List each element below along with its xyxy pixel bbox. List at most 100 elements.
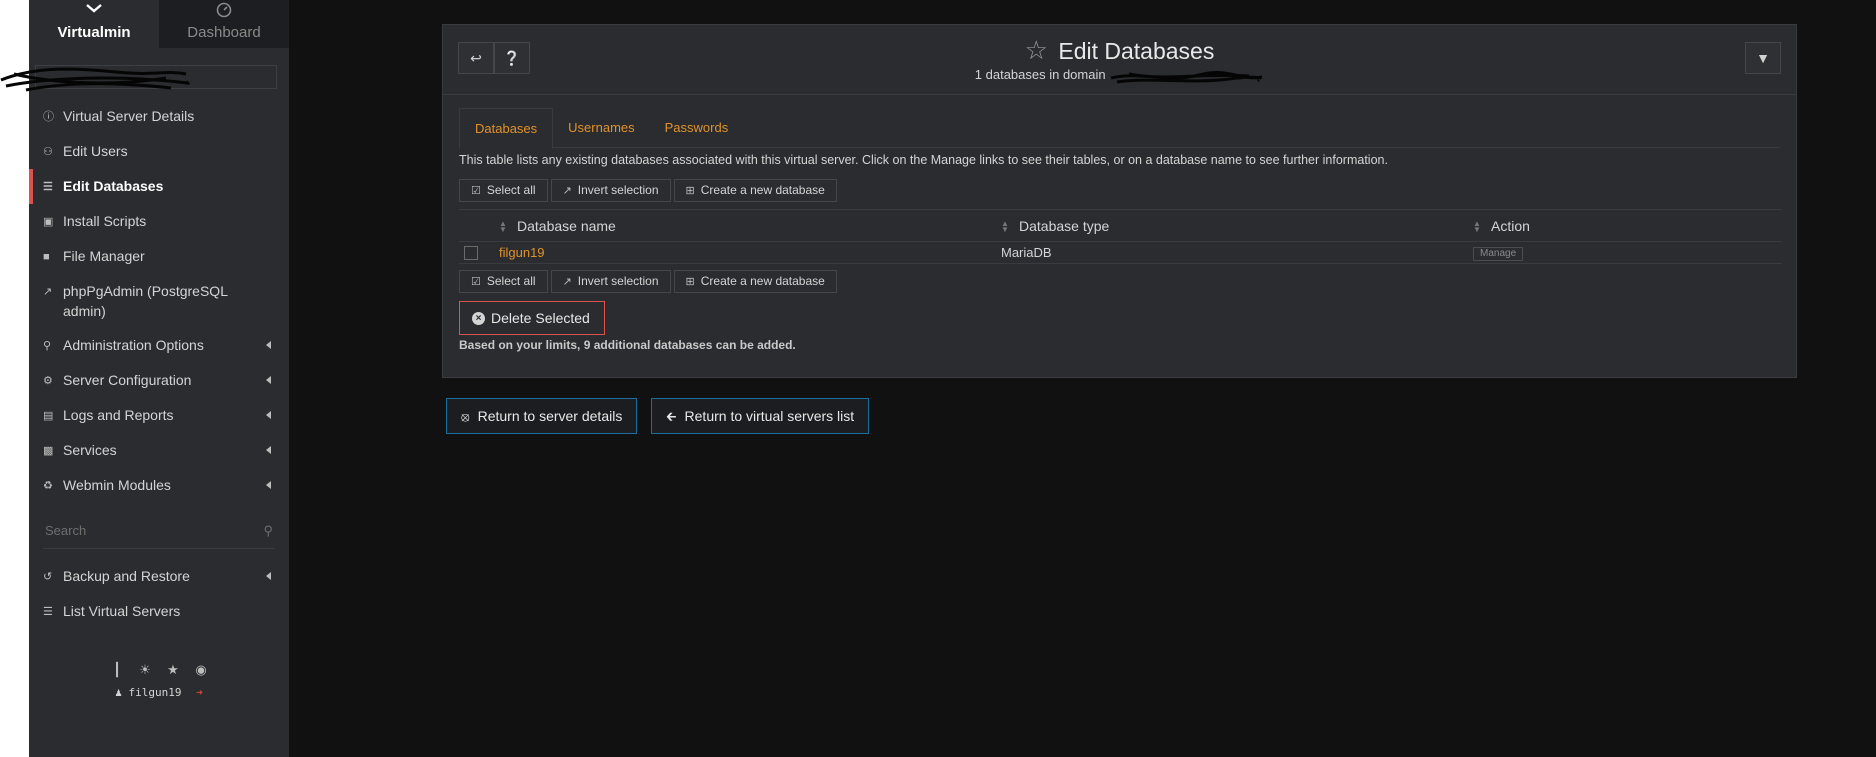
sidebar-item-phppgadmin[interactable]: ↗ phpPgAdmin (PostgreSQL admin) (29, 274, 289, 328)
return-servers-list-button[interactable]: 🡰 Return to virtual servers list (651, 398, 870, 434)
databases-table: ▲ ▼ Database name ▲ ▼ Database type ▲ ▼ Action… (459, 209, 1782, 264)
return-server-details-button[interactable]: ⦻ Return to server details (446, 398, 638, 434)
list-icon: ☰ (43, 606, 53, 618)
sidebar-toolbar: ┃ ☀ ★ ◉ (29, 660, 289, 680)
sidebar-item-edit-users[interactable]: ⚇ Edit Users (29, 134, 289, 169)
sidebar-item-label: Install Scripts (63, 213, 147, 229)
sidebar-item-edit-databases[interactable]: ☰ Edit Databases (29, 169, 289, 204)
sidebar-item-label: Edit Users (63, 143, 128, 159)
sidebar-item-server-configuration[interactable]: ⚙ Server Configuration (29, 363, 289, 398)
page-title: Edit Databases (1058, 38, 1215, 64)
favorite-star-icon[interactable]: ☆ (1025, 35, 1048, 65)
domain-selector[interactable] (0, 65, 277, 92)
tab-usernames[interactable]: Usernames (553, 108, 649, 148)
sidebar-item-virtual-server-details[interactable]: ⓘ Virtual Server Details (29, 99, 289, 134)
times-circle-icon: × (472, 311, 485, 325)
tab-databases[interactable]: Databases (459, 108, 554, 149)
redaction-scribble (0, 67, 190, 92)
header-label: Database type (1019, 217, 1110, 234)
sidebar-item-label: Backup and Restore (63, 568, 190, 584)
caret-left-icon (266, 446, 271, 454)
username[interactable]: filgun19 (129, 686, 182, 699)
logout-icon[interactable]: ➜ (196, 686, 203, 699)
dashboard-gauge-icon (159, 0, 289, 18)
check-square-icon: ☑ (471, 276, 481, 288)
header-database-name[interactable]: ▲ ▼ Database name (499, 209, 1001, 242)
header-action[interactable]: ▲ ▼ Action (1473, 209, 1782, 242)
key-icon: ⚲ (43, 340, 52, 352)
palette-icon[interactable]: ◉ (191, 660, 211, 680)
plus-square-icon: ⊞ (685, 185, 695, 197)
page-title-wrap: ☆ Edit Databases (443, 35, 1796, 66)
database-name-cell: filgun19 (499, 241, 1001, 264)
tab-dashboard[interactable]: Dashboard (159, 0, 289, 48)
database-icon: ☰ (43, 181, 53, 193)
sidebar: Virtualmin Dashboard ⓘ Virtual Server De… (0, 0, 289, 757)
panel-tabs: Databases Usernames Passwords (459, 108, 1780, 149)
tab-passwords[interactable]: Passwords (650, 108, 744, 148)
select-all-button[interactable]: ☑ Select all (459, 270, 548, 293)
manage-button[interactable]: Manage (1473, 247, 1524, 261)
create-database-button[interactable]: ⊞ Create a new database (673, 270, 837, 293)
sidebar-item-backup-and-restore[interactable]: ↺ Backup and Restore (29, 559, 289, 594)
caret-left-icon (266, 341, 271, 349)
sidebar-bottom-menu: ↺ Backup and Restore ☰ List Virtual Serv… (29, 559, 289, 629)
download-box-icon: ▣ (43, 216, 54, 228)
invert-selection-button[interactable]: ↗ Invert selection (550, 179, 671, 202)
redaction-scribble (1110, 70, 1263, 84)
collapse-sidebar-icon[interactable]: ┃ (107, 660, 127, 680)
share-square-icon: ↗ (562, 185, 572, 197)
users-icon: ⚇ (43, 146, 53, 158)
caret-left-icon (266, 572, 271, 580)
create-database-button[interactable]: ⊞ Create a new database (673, 179, 837, 202)
user-edit-icon[interactable]: ♟ (115, 686, 122, 699)
sidebar-item-logs-and-reports[interactable]: ▤ Logs and Reports (29, 398, 289, 433)
sidebar-item-install-scripts[interactable]: ▣ Install Scripts (29, 204, 289, 239)
header-label: Action (1491, 217, 1530, 234)
file-text-icon: ▤ (43, 410, 54, 422)
filter-button[interactable]: ▼ (1745, 42, 1781, 74)
sidebar-item-label: phpPgAdmin (PostgreSQL admin) (63, 283, 228, 319)
page-subtitle-wrap: 1 databases in domain (443, 67, 1796, 84)
sort-icon: ▲ ▼ (1001, 218, 1009, 234)
invert-selection-button[interactable]: ↗ Invert selection (550, 270, 671, 293)
table-header-row: ▲ ▼ Database name ▲ ▼ Database type ▲ ▼ Action (459, 209, 1782, 242)
row-checkbox-cell (459, 241, 499, 264)
sidebar-search-placeholder: Search (45, 523, 87, 538)
top-button-row: ☑ Select all ↗ Invert selection ⊞ Create a … (459, 179, 837, 202)
action-cell: Manage (1473, 241, 1782, 264)
row-checkbox[interactable] (464, 246, 478, 261)
info-circle-icon: ⓘ (43, 111, 54, 123)
sidebar-item-webmin-modules[interactable]: ♻ Webmin Modules (29, 468, 289, 503)
header-database-type[interactable]: ▲ ▼ Database type (1001, 209, 1473, 242)
star-icon[interactable]: ★ (163, 660, 183, 680)
table-row: filgun19 MariaDB Manage (459, 241, 1782, 264)
delete-selected-label: Delete Selected (491, 310, 590, 326)
return-server-details-label: Return to server details (477, 408, 623, 424)
sidebar-item-file-manager[interactable]: ■ File Manager (29, 239, 289, 274)
sort-icon: ▲ ▼ (499, 218, 507, 234)
sidebar-item-administration-options[interactable]: ⚲ Administration Options (29, 328, 289, 363)
arrow-circle-left-icon: ⦻ (461, 409, 470, 424)
tab-virtualmin[interactable]: Virtualmin (29, 0, 159, 48)
arrow-left-icon: 🡰 (666, 409, 677, 424)
sidebar-item-services[interactable]: ▩ Services (29, 433, 289, 468)
header-checkbox-col (459, 209, 499, 242)
domain-name-redacted (1109, 69, 1264, 84)
description-text: This table lists any existing databases … (459, 153, 1388, 167)
delete-selected-button[interactable]: × Delete Selected (459, 301, 605, 335)
sidebar-search[interactable]: Search ⚲ (43, 513, 275, 549)
database-name-link[interactable]: filgun19 (499, 245, 545, 260)
select-all-button[interactable]: ☑ Select all (459, 179, 548, 202)
header-label: Database name (517, 217, 616, 234)
sidebar-item-label: Logs and Reports (63, 407, 174, 423)
current-user: ♟ filgun19 ➜ (29, 686, 289, 699)
create-database-label: Create a new database (700, 183, 825, 197)
filter-icon: ▼ (1756, 50, 1770, 66)
sun-icon[interactable]: ☀ (135, 660, 155, 680)
page-subtitle: 1 databases in domain (974, 67, 1106, 82)
sidebar-item-label: File Manager (63, 248, 145, 264)
select-all-label: Select all (486, 183, 536, 197)
sidebar-item-list-virtual-servers[interactable]: ☰ List Virtual Servers (29, 594, 289, 629)
sidebar-item-label: Webmin Modules (63, 477, 171, 493)
